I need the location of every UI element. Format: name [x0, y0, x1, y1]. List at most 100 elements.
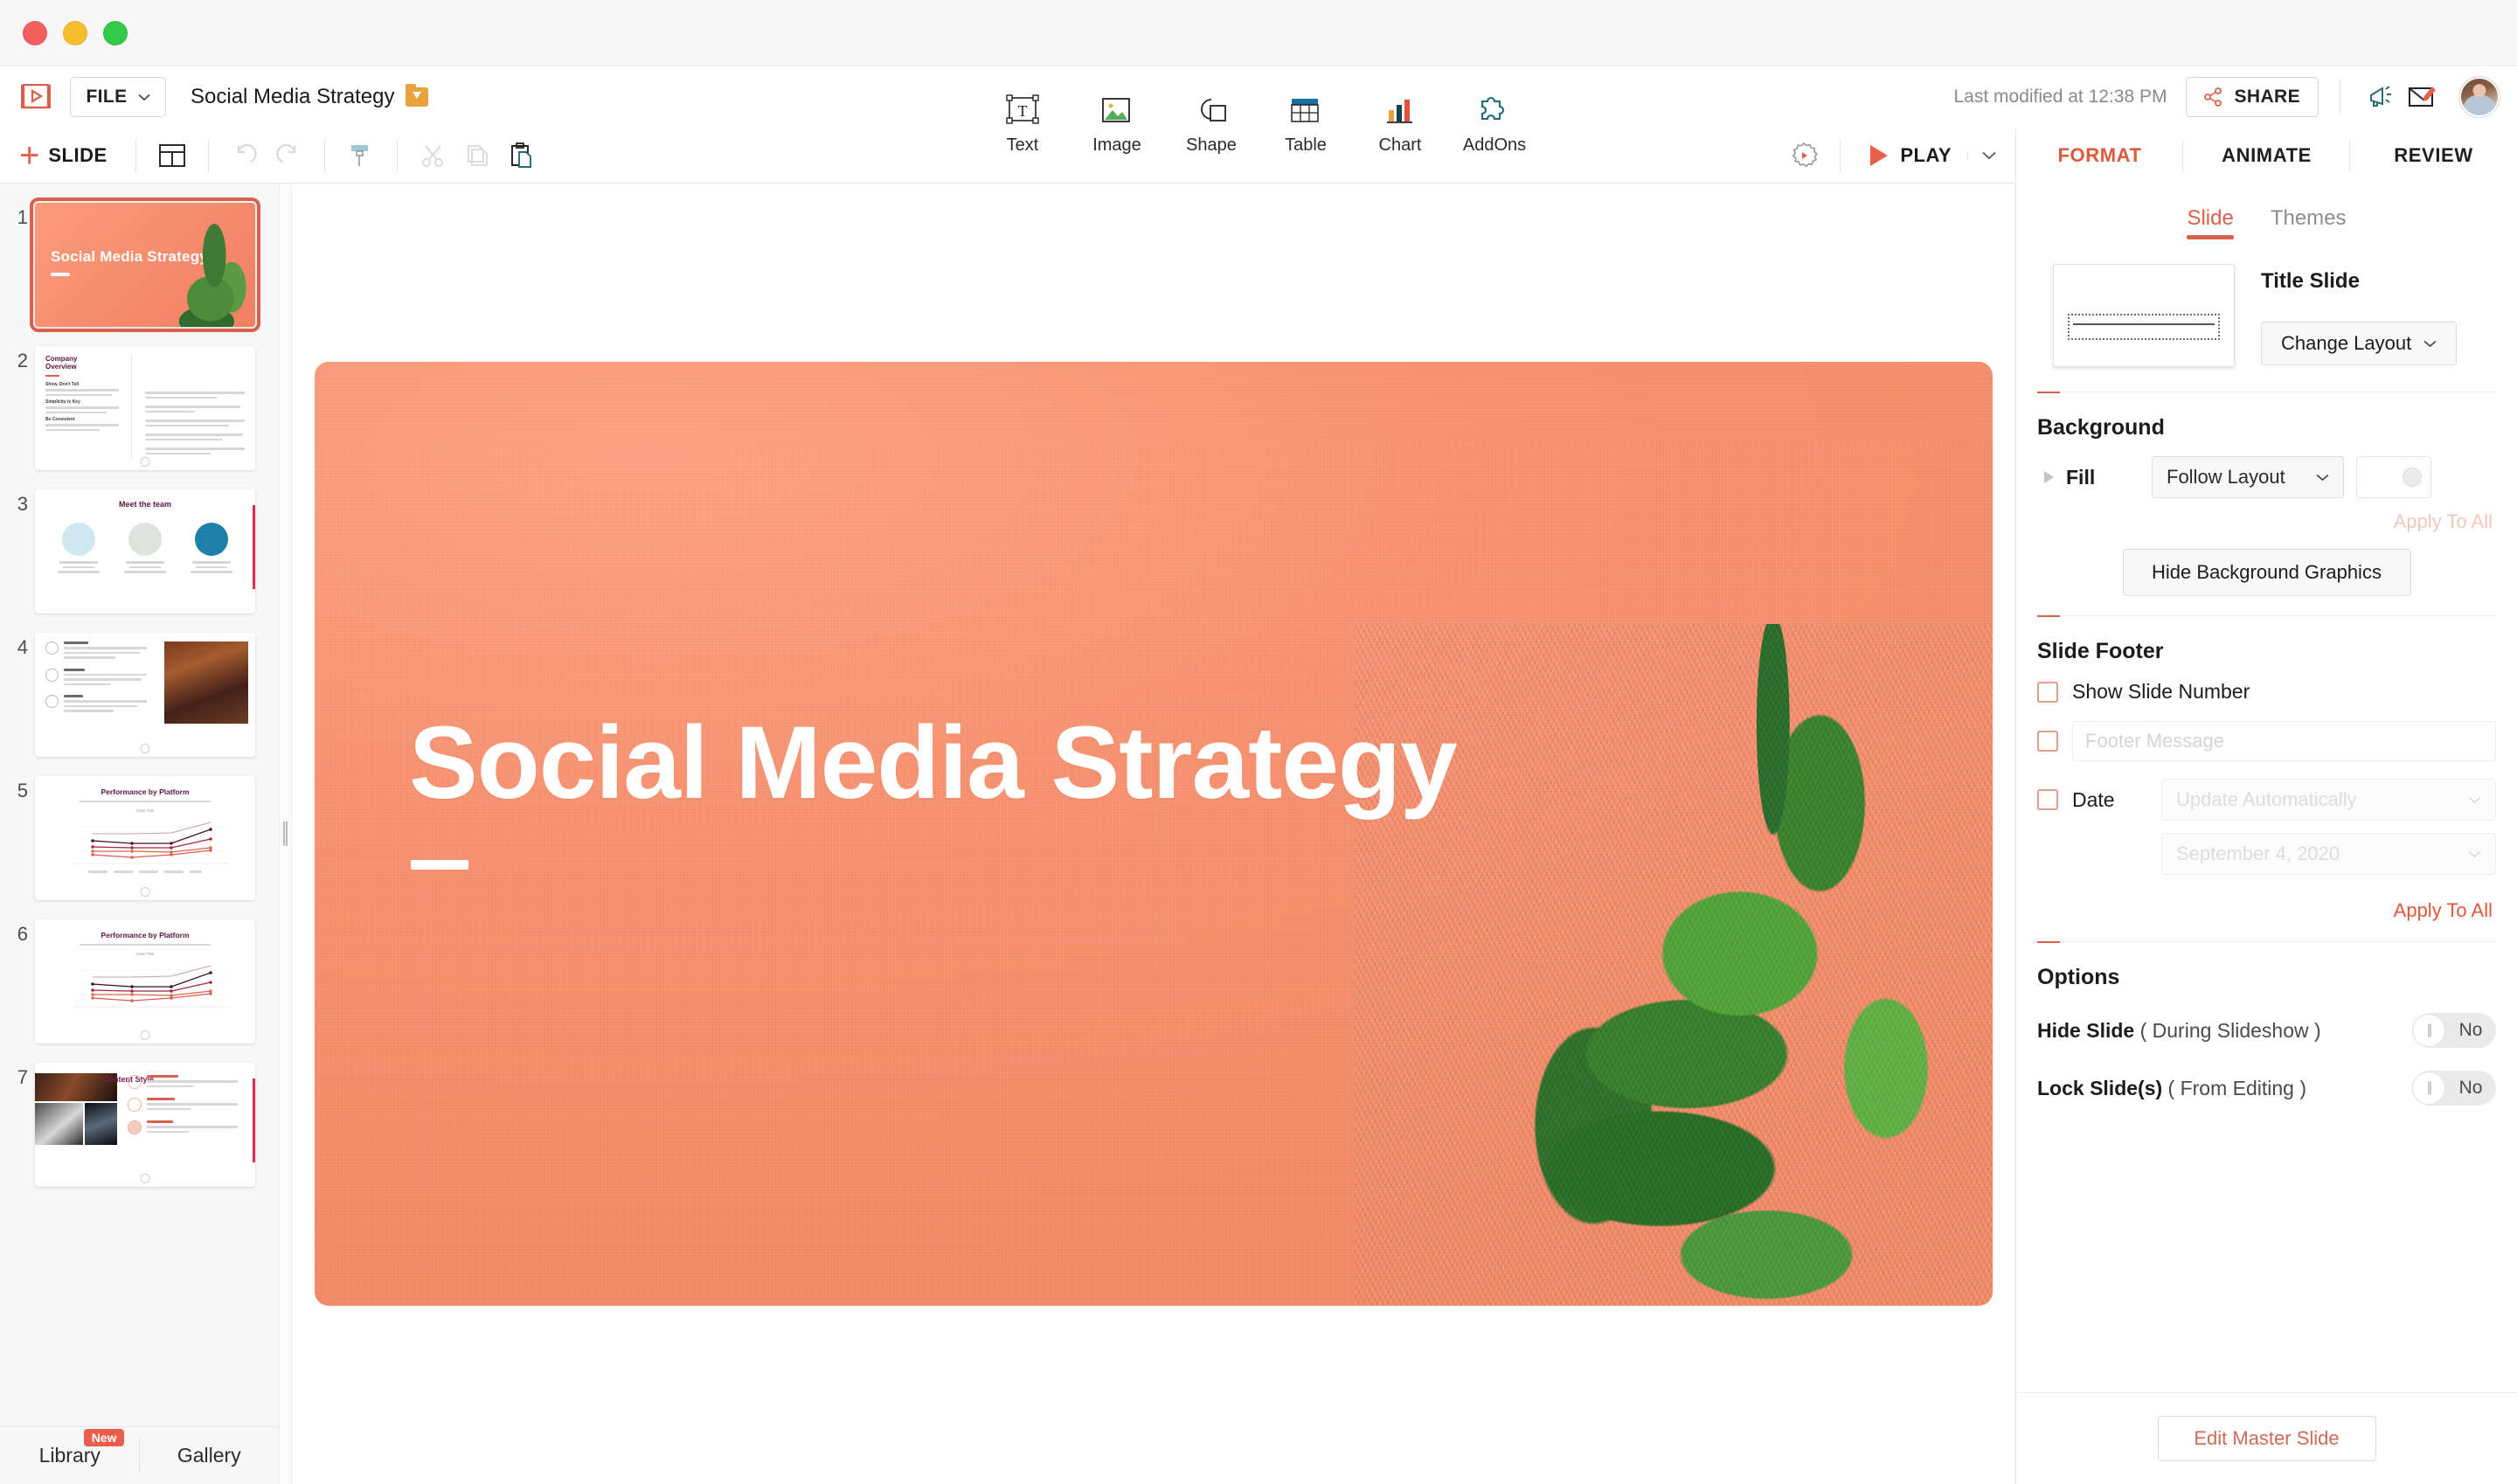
puzzle-piece-icon [1478, 91, 1511, 131]
background-section-title: Background [2037, 415, 2165, 440]
slide-thumbnail-2[interactable]: Company Overview Show, Don't Tell Simpli… [35, 346, 255, 470]
list-item[interactable]: 6 Performance by Platform Chart Title [0, 919, 279, 1044]
footer-message-placeholder: Footer Message [2085, 730, 2224, 752]
footer-apply-to-all[interactable]: Apply To All [2037, 887, 2496, 922]
list-item[interactable]: 4 [0, 633, 279, 757]
chevron-down-icon [2316, 474, 2329, 481]
scissors-icon[interactable] [412, 136, 455, 175]
insert-shape-label: Shape [1186, 135, 1237, 155]
insert-image-button[interactable]: Image [1070, 91, 1164, 157]
slide-layout-icon[interactable] [150, 136, 194, 175]
presentation-logo-icon[interactable] [19, 82, 52, 112]
main-area: 1 Social Media Strategy 2 Company Overvi… [0, 184, 2517, 1484]
share-button[interactable]: SHARE [2186, 77, 2319, 117]
slide-title-text[interactable]: Social Media Strategy [409, 711, 1458, 815]
close-button[interactable] [23, 20, 47, 45]
footer-message-checkbox[interactable] [2037, 731, 2058, 752]
fill-select[interactable]: Follow Layout [2152, 456, 2344, 498]
slide-thumbnail-6[interactable]: Performance by Platform Chart Title [35, 919, 255, 1044]
insert-chart-button[interactable]: Chart [1353, 91, 1447, 157]
thumb-content-2: Company Overview Show, Don't Tell Simpli… [35, 346, 255, 470]
toggle-knob: || [2412, 1071, 2445, 1105]
paste-icon[interactable] [499, 136, 543, 175]
insert-text-button[interactable]: T Text [975, 91, 1070, 157]
hide-background-graphics-button[interactable]: Hide Background Graphics [2122, 549, 2411, 596]
chevron-down-icon [2468, 796, 2481, 803]
date-value: September 4, 2020 [2176, 843, 2340, 864]
file-menu-label: FILE [86, 87, 128, 107]
megaphone-icon[interactable] [2361, 77, 2402, 117]
slide-canvas[interactable]: Social Media Strategy [315, 362, 1993, 1306]
file-menu-button[interactable]: FILE [70, 77, 166, 117]
toolbar-divider [135, 138, 136, 172]
right-panel-tabs: FORMAT ANIMATE REVIEW [2015, 127, 2517, 184]
date-value-select[interactable]: September 4, 2020 [2161, 833, 2496, 875]
insert-shape-button[interactable]: Shape [1164, 91, 1258, 157]
thumb-content-5: Performance by Platform Chart Title [35, 776, 255, 900]
format-painter-icon[interactable] [339, 136, 383, 175]
slide-thumbnail-4[interactable] [35, 633, 255, 757]
title-slide-layout-preview[interactable] [2053, 264, 2235, 367]
fill-value: Follow Layout [2167, 466, 2285, 488]
tab-review[interactable]: REVIEW [2350, 128, 2517, 184]
play-triangle-icon [1870, 144, 1889, 166]
date-mode-select[interactable]: Update Automatically [2161, 779, 2496, 821]
play-button[interactable]: PLAY [1855, 144, 1959, 167]
minimize-button[interactable] [63, 20, 87, 45]
date-value-row: September 4, 2020 [2037, 833, 2496, 875]
list-item[interactable]: 1 Social Media Strategy [0, 198, 279, 332]
tab-themes[interactable]: Themes [2271, 206, 2347, 239]
change-layout-button[interactable]: Change Layout [2261, 322, 2458, 365]
thumb-subhead: Show, Don't Tell [45, 382, 80, 388]
footer-message-input[interactable]: Footer Message [2072, 721, 2496, 761]
share-nodes-icon [2204, 87, 2222, 107]
maximize-button[interactable] [103, 20, 128, 45]
layout-section: Title Slide Change Layout [2016, 239, 2517, 393]
background-apply-to-all[interactable]: Apply To All [2037, 498, 2496, 533]
edit-master-slide-button[interactable]: Edit Master Slide [2157, 1416, 2376, 1461]
show-slide-number-checkbox[interactable] [2037, 681, 2058, 703]
date-checkbox[interactable] [2037, 789, 2058, 810]
add-slide-button[interactable]: + SLIDE [16, 138, 121, 173]
list-item[interactable]: 7 Content Style [0, 1063, 279, 1187]
redo-icon[interactable] [267, 136, 310, 175]
triangle-right-icon[interactable] [2044, 471, 2054, 483]
slide-thumbnail-list[interactable]: 1 Social Media Strategy 2 Company Overvi… [0, 184, 279, 1426]
format-panel-tabs: Slide Themes [2016, 184, 2517, 239]
toggle-knob: || [2412, 1014, 2445, 1047]
list-item[interactable]: 5 Performance by Platform Chart Title [0, 776, 279, 900]
avatar[interactable] [2459, 77, 2500, 117]
document-title[interactable]: Social Media Strategy [191, 84, 429, 109]
slide-thumbnail-3[interactable]: Meet the team [35, 489, 255, 614]
tab-library[interactable]: Library New [0, 1427, 140, 1484]
image-icon [1100, 91, 1134, 131]
slide-thumbnail-7[interactable]: Content Style [35, 1063, 255, 1187]
tab-slide-label: Slide [2187, 206, 2234, 230]
play-label: PLAY [1900, 143, 1952, 166]
list-item[interactable]: 2 Company Overview Show, Don't Tell Simp… [0, 346, 279, 470]
slide-thumbnail-1[interactable]: Social Media Strategy [30, 198, 260, 332]
slide-number: 4 [17, 636, 28, 658]
options-section: Options Hide Slide ( During Slideshow ) … [2016, 942, 2517, 1106]
tab-animate[interactable]: ANIMATE [2183, 128, 2350, 184]
envelope-pencil-icon[interactable] [2402, 77, 2442, 117]
color-swatch-icon[interactable] [2356, 456, 2431, 498]
tab-slide[interactable]: Slide [2187, 206, 2235, 239]
lock-slide-toggle[interactable]: || No [2412, 1071, 2496, 1106]
tab-format[interactable]: FORMAT [2016, 128, 2183, 184]
undo-icon[interactable] [223, 136, 267, 175]
panel-resize-grip[interactable] [280, 184, 292, 1484]
slide-title-underline [411, 860, 468, 870]
slide-thumbnail-5[interactable]: Performance by Platform Chart Title [35, 776, 255, 900]
folder-save-icon[interactable] [406, 84, 429, 107]
gear-icon[interactable] [1782, 136, 1826, 175]
hide-slide-toggle[interactable]: || No [2412, 1013, 2496, 1048]
tab-gallery[interactable]: Gallery [140, 1427, 280, 1484]
insert-addons-button[interactable]: AddOns [1447, 91, 1542, 157]
thumb-rule [51, 273, 70, 276]
play-options-caret[interactable] [1967, 150, 2015, 160]
insert-table-button[interactable]: Table [1258, 91, 1353, 157]
insert-chart-label: Chart [1378, 135, 1422, 155]
list-item[interactable]: 3 Meet the team [0, 489, 279, 614]
copy-icon[interactable] [455, 136, 499, 175]
